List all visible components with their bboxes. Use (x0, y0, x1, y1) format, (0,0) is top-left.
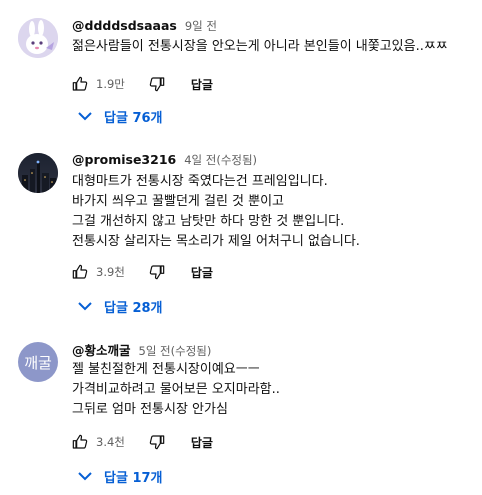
thumbs-down-icon (149, 265, 165, 280)
comment-line: 젊은사람들이 전통시장을 안오는게 아니라 본인들이 내쫓고있음..ㅉㅉ (72, 39, 448, 54)
replies-count-label: 답글 17개 (104, 470, 163, 486)
comment-line: 젤 불친절한게 전통시장이예요ㅡㅡ (72, 362, 260, 377)
comment-actions: 1.9만 답글 (72, 74, 213, 94)
view-replies-button[interactable]: 답글 17개 (78, 466, 163, 486)
comment-text: 젊은사람들이 전통시장을 안오는게 아니라 본인들이 내쫓고있음..ㅉㅉ (72, 37, 448, 57)
view-replies-button[interactable]: 답글 28개 (78, 296, 163, 316)
author-name[interactable]: @promise3216 (72, 152, 176, 167)
avatar-night-city-image (18, 153, 58, 193)
comment-line: 전통시장 살리자는 목소리가 제일 어처구니 없습니다. (72, 234, 360, 249)
comment-actions: 3.9천 답글 (72, 262, 213, 282)
like-button[interactable] (72, 264, 88, 280)
comment-header: @황소깨굴 5일 전(수정됨) (72, 340, 211, 359)
chevron-down-icon (78, 472, 92, 481)
thumbs-up-icon (72, 434, 88, 449)
dislike-button[interactable] (149, 434, 165, 450)
comment-text: 젤 불친절한게 전통시장이예요ㅡㅡ 가격비교하려고 물어보믄 오지마라함.. 그… (72, 360, 280, 420)
comment-line: 그걸 개선하지 않고 남탓만 하다 망한 것 뿐입니다. (72, 214, 345, 229)
like-count: 3.4천 (96, 435, 125, 449)
comment-text: 대형마트가 전통시장 죽였다는건 프레임입니다. 바가지 씌우고 꿀빨던게 걸린… (72, 172, 360, 252)
timestamp[interactable]: 9일 전 (185, 19, 217, 33)
avatar[interactable]: 깨굴 (18, 342, 58, 382)
dislike-button[interactable] (149, 76, 165, 92)
replies-count-label: 답글 76개 (104, 110, 163, 126)
chevron-down-icon (78, 302, 92, 311)
comment-line: 가격비교하려고 물어보믄 오지마라함.. (72, 382, 280, 397)
avatar[interactable] (18, 18, 58, 58)
comment-line: 그뒤로 엄마 전통시장 안가심 (72, 402, 228, 417)
reply-button[interactable]: 답글 (191, 264, 213, 281)
avatar-bunny-image (18, 18, 58, 58)
timestamp[interactable]: 5일 전(수정됨) (139, 344, 212, 358)
author-name[interactable]: @황소깨굴 (72, 343, 131, 358)
like-count: 1.9만 (96, 77, 125, 91)
author-name[interactable]: @ddddsdsaaas (72, 18, 177, 33)
comment-header: @promise3216 4일 전(수정됨) (72, 152, 257, 168)
thumbs-up-icon (72, 264, 88, 279)
like-count: 3.9천 (96, 265, 125, 279)
avatar-text: 깨굴 (24, 353, 52, 372)
reply-button[interactable]: 답글 (191, 76, 213, 93)
comment-line: 바가지 씌우고 꿀빨던게 걸린 것 뿐이고 (72, 194, 285, 209)
comment-header: @ddddsdsaaas 9일 전 (72, 18, 217, 34)
thumbs-down-icon (149, 77, 165, 92)
avatar[interactable] (18, 153, 58, 193)
reply-button[interactable]: 답글 (191, 434, 213, 451)
replies-count-label: 답글 28개 (104, 300, 163, 316)
like-button[interactable] (72, 76, 88, 92)
dislike-button[interactable] (149, 264, 165, 280)
chevron-down-icon (78, 112, 92, 121)
view-replies-button[interactable]: 답글 76개 (78, 106, 163, 126)
thumbs-down-icon (149, 435, 165, 450)
like-button[interactable] (72, 434, 88, 450)
timestamp[interactable]: 4일 전(수정됨) (184, 153, 257, 167)
comment-actions: 3.4천 답글 (72, 432, 213, 452)
comment-line: 대형마트가 전통시장 죽였다는건 프레임입니다. (72, 174, 328, 189)
thumbs-up-icon (72, 76, 88, 91)
